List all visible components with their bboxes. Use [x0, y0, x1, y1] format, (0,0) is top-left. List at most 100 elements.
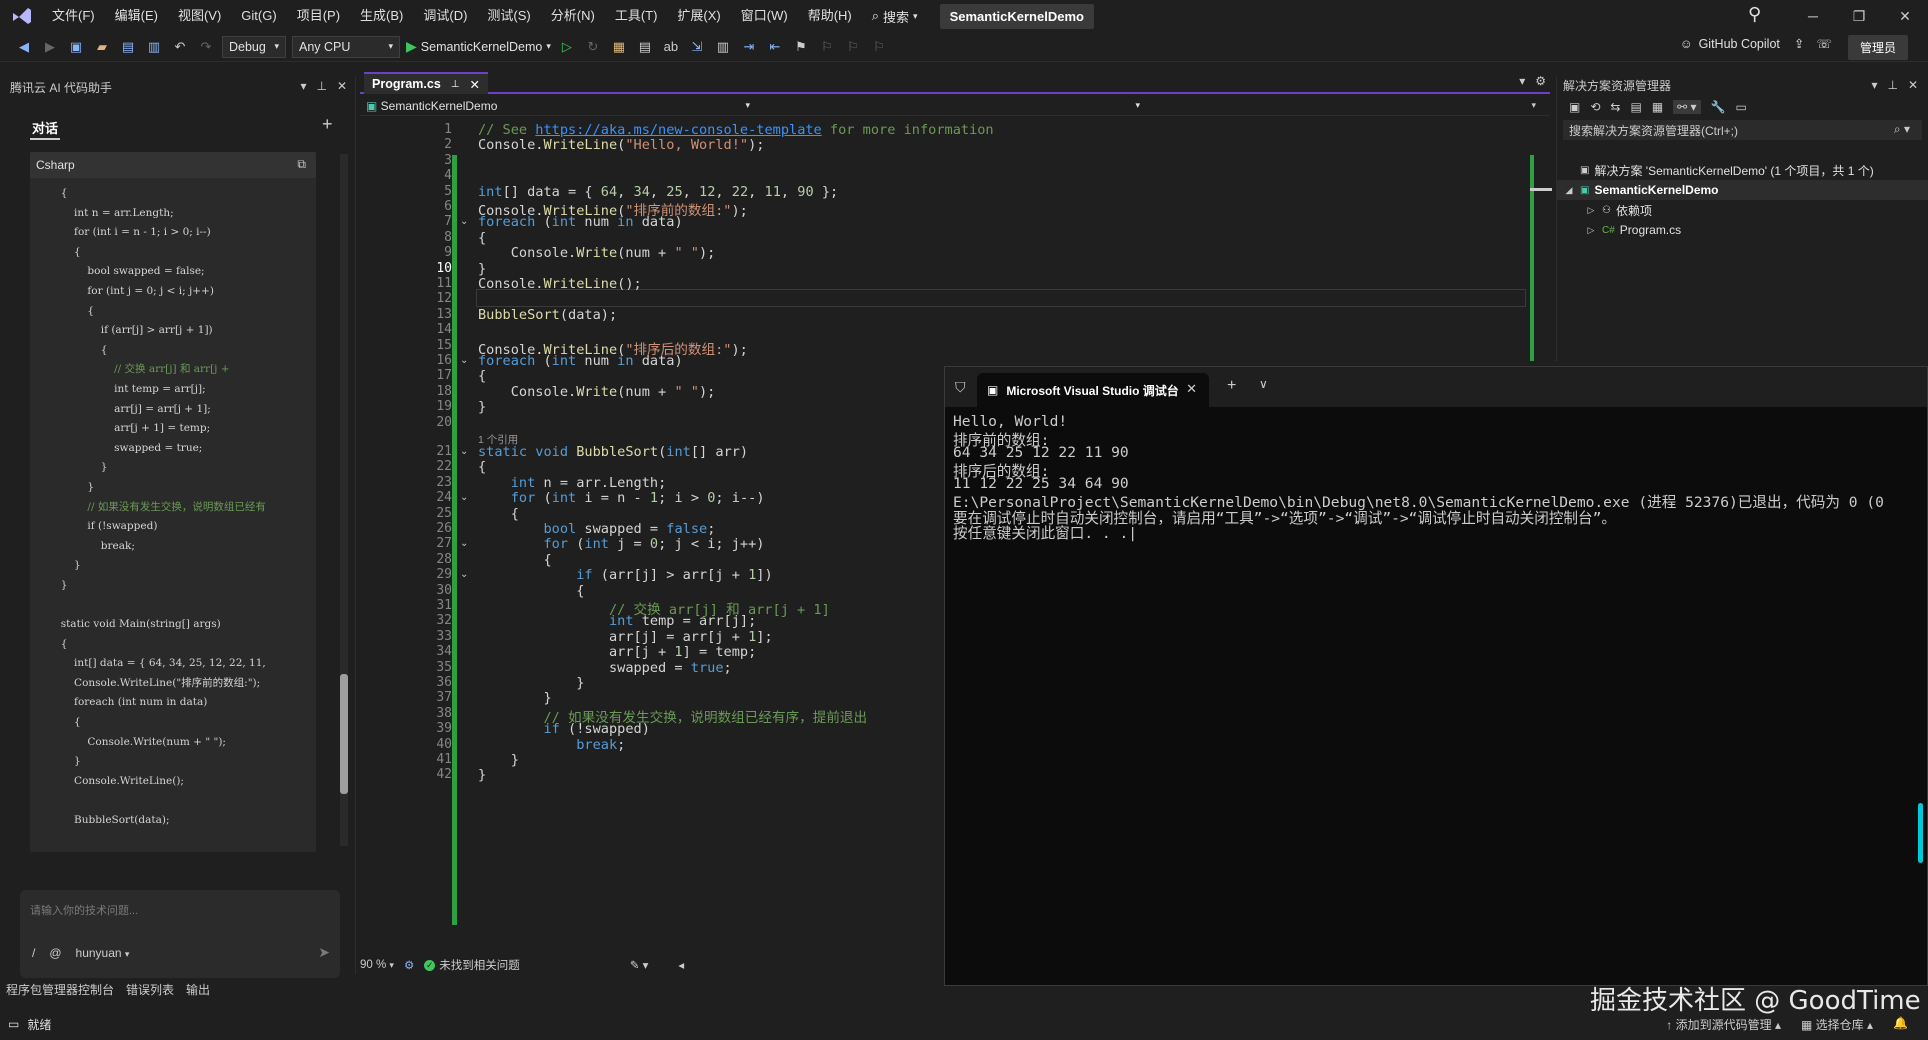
fold-chevron-icon[interactable]: ⌄	[460, 446, 468, 457]
fold-chevron-icon[interactable]: ⌄	[460, 492, 468, 503]
new-tab-icon[interactable]: +	[1227, 377, 1236, 395]
forward-icon[interactable]: ▶	[40, 37, 60, 57]
hot-reload-icon[interactable]: ↻	[583, 37, 603, 57]
menu-item-9[interactable]: 工具(T)	[605, 0, 668, 32]
filter-icon[interactable]: ⚯ ▾	[1673, 100, 1701, 114]
tree-item-dependencies[interactable]: ▷ ⚇ 依赖项	[1557, 200, 1928, 220]
copy-icon[interactable]: ⧉	[297, 157, 306, 172]
mention-button[interactable]: @	[49, 946, 61, 960]
save-icon[interactable]: ▤	[118, 37, 138, 57]
menu-item-11[interactable]: 窗口(W)	[731, 0, 798, 32]
new-project-icon[interactable]: ▣	[66, 37, 86, 57]
bottom-tab-2[interactable]: 输出	[186, 981, 210, 998]
indent-icon[interactable]: ⇥	[739, 37, 759, 57]
next-bookmark-icon[interactable]: ⚐	[843, 37, 863, 57]
expand-icon[interactable]: ◢	[1563, 185, 1575, 196]
chat-input-placeholder[interactable]: 请输入你的技术问题...	[30, 902, 138, 918]
bottom-tab-0[interactable]: 程序包管理器控制台	[6, 981, 114, 998]
new-chat-icon[interactable]: +	[322, 114, 333, 135]
menu-item-12[interactable]: 帮助(H)	[798, 0, 862, 32]
open-folder-icon[interactable]: ▰	[92, 37, 112, 57]
close-icon[interactable]: ✕	[337, 79, 347, 93]
bookmark-icon[interactable]: ⚑	[791, 37, 811, 57]
scroll-left-icon[interactable]: ◂	[678, 958, 684, 972]
pin-icon[interactable]: ⊥	[316, 79, 326, 93]
debug-console-window[interactable]: ⛉ ▣ Microsoft Visual Studio 调试台 ✕ + ∨ He…	[944, 366, 1928, 986]
menu-item-4[interactable]: 项目(P)	[287, 0, 350, 32]
chevron-down-icon[interactable]: ∨	[1259, 377, 1268, 391]
bottom-tab-1[interactable]: 错误列表	[126, 981, 174, 998]
fold-chevron-icon[interactable]: ⌄	[460, 216, 468, 227]
zoom-select[interactable]: 90 % ▾	[360, 959, 394, 971]
tab-list-icon[interactable]: ▾	[1519, 74, 1525, 88]
undo-icon[interactable]: ↶	[170, 37, 190, 57]
browse-icon[interactable]: ▦	[609, 37, 629, 57]
prev-bookmark-icon[interactable]: ⚐	[817, 37, 837, 57]
menu-item-7[interactable]: 测试(S)	[477, 0, 540, 32]
save-all-icon[interactable]: ▥	[144, 37, 164, 57]
model-select[interactable]: hunyuan ▾	[76, 946, 130, 960]
close-window-button[interactable]: ✕	[1882, 0, 1928, 32]
outdent-icon[interactable]: ⇤	[765, 37, 785, 57]
console-scroll-thumb[interactable]	[1918, 803, 1923, 863]
fold-chevron-icon[interactable]: ⌄	[460, 538, 468, 549]
minimize-button[interactable]: ─	[1790, 0, 1836, 32]
search-menu[interactable]: ⌕ 搜索 ▾	[862, 7, 928, 26]
ai-panel-scrollbar[interactable]	[340, 154, 348, 846]
menu-item-2[interactable]: 视图(V)	[168, 0, 231, 32]
accessibility-icon[interactable]: ⚲	[1748, 4, 1761, 25]
send-icon[interactable]: ➤	[318, 944, 330, 961]
redo-icon[interactable]: ↷	[196, 37, 216, 57]
tab-chat[interactable]: 对话	[32, 118, 58, 137]
tree-item-solution[interactable]: ▣ 解决方案 'SemanticKernelDemo' (1 个项目，共 1 个…	[1557, 160, 1928, 180]
menu-item-10[interactable]: 扩展(X)	[667, 0, 730, 32]
start-debugging-button[interactable]: ▶ SemanticKernelDemo ▾	[406, 38, 551, 55]
collapse-icon[interactable]: ▷	[1585, 205, 1597, 216]
back-icon[interactable]: ◀	[14, 37, 34, 57]
collapse-all-icon[interactable]: ▤	[1630, 100, 1641, 114]
step-icon[interactable]: ⇲	[687, 37, 707, 57]
solution-search-input[interactable]: 搜索解决方案资源管理器(Ctrl+;) ⌕ ▾	[1563, 120, 1922, 140]
switch-views-icon[interactable]: ▣	[1569, 100, 1580, 114]
menu-item-5[interactable]: 生成(B)	[350, 0, 413, 32]
menu-item-0[interactable]: 文件(F)	[42, 0, 105, 32]
menu-item-1[interactable]: 编辑(E)	[105, 0, 168, 32]
close-icon[interactable]: ✕	[1908, 78, 1918, 92]
close-tab-icon[interactable]: ✕	[470, 77, 480, 92]
copilot-status-icon[interactable]: ⚙	[404, 958, 414, 972]
slash-command-button[interactable]: /	[32, 946, 35, 960]
pin-icon[interactable]: ⊥	[1887, 78, 1897, 92]
menu-item-3[interactable]: Git(G)	[231, 0, 286, 32]
member-dropdown[interactable]: ▾	[1146, 100, 1546, 111]
tree-item-program-cs[interactable]: ▷ C# Program.cs	[1557, 220, 1928, 240]
issues-indicator[interactable]: ✓ 未找到相关问题	[424, 957, 520, 973]
menu-item-8[interactable]: 分析(N)	[541, 0, 605, 32]
clear-bookmarks-icon[interactable]: ⚐	[869, 37, 889, 57]
add-to-source-control-button[interactable]: ↑ 添加到源代码管理 ▴	[1666, 1016, 1781, 1033]
configuration-select[interactable]: Debug ▾	[222, 35, 286, 58]
type-dropdown[interactable]: ▾	[756, 100, 1146, 111]
start-without-debugging-icon[interactable]: ▷	[557, 37, 577, 57]
select-repository-button[interactable]: ▦ 选择仓库 ▴	[1801, 1016, 1873, 1033]
panel-dropdown-icon[interactable]: ▾	[1871, 78, 1877, 92]
properties-icon[interactable]: 🔧	[1711, 100, 1726, 114]
platform-select[interactable]: Any CPU ▾	[292, 35, 400, 58]
restore-button[interactable]: ❐	[1836, 0, 1882, 32]
brush-icon[interactable]: ✎ ▾	[630, 958, 649, 972]
pin-icon[interactable]: ⊥	[451, 79, 460, 90]
sync-icon[interactable]: ⇆	[1610, 100, 1620, 114]
collapse-icon[interactable]: ▷	[1585, 225, 1597, 236]
settings-icon[interactable]: ⚙	[1535, 74, 1546, 88]
close-tab-icon[interactable]: ✕	[1186, 381, 1197, 397]
editor-scroll-thumb[interactable]	[1530, 188, 1552, 191]
layout-icon[interactable]: ▤	[635, 37, 655, 57]
tree-item-project[interactable]: ◢ ▣ SemanticKernelDemo	[1557, 180, 1928, 200]
tab-program-cs[interactable]: Program.cs ⊥ ✕	[364, 72, 488, 94]
notifications-icon[interactable]: 🔔	[1893, 1016, 1908, 1033]
show-all-files-icon[interactable]: ▦	[1652, 100, 1663, 114]
github-copilot-button[interactable]: ☺ GitHub Copilot ⇪ ☏	[1680, 36, 1832, 52]
menu-item-6[interactable]: 调试(D)	[413, 0, 477, 32]
preview-icon[interactable]: ▭	[1736, 100, 1747, 114]
columns-icon[interactable]: ▥	[713, 37, 733, 57]
fold-chevron-icon[interactable]: ⌄	[460, 569, 468, 580]
